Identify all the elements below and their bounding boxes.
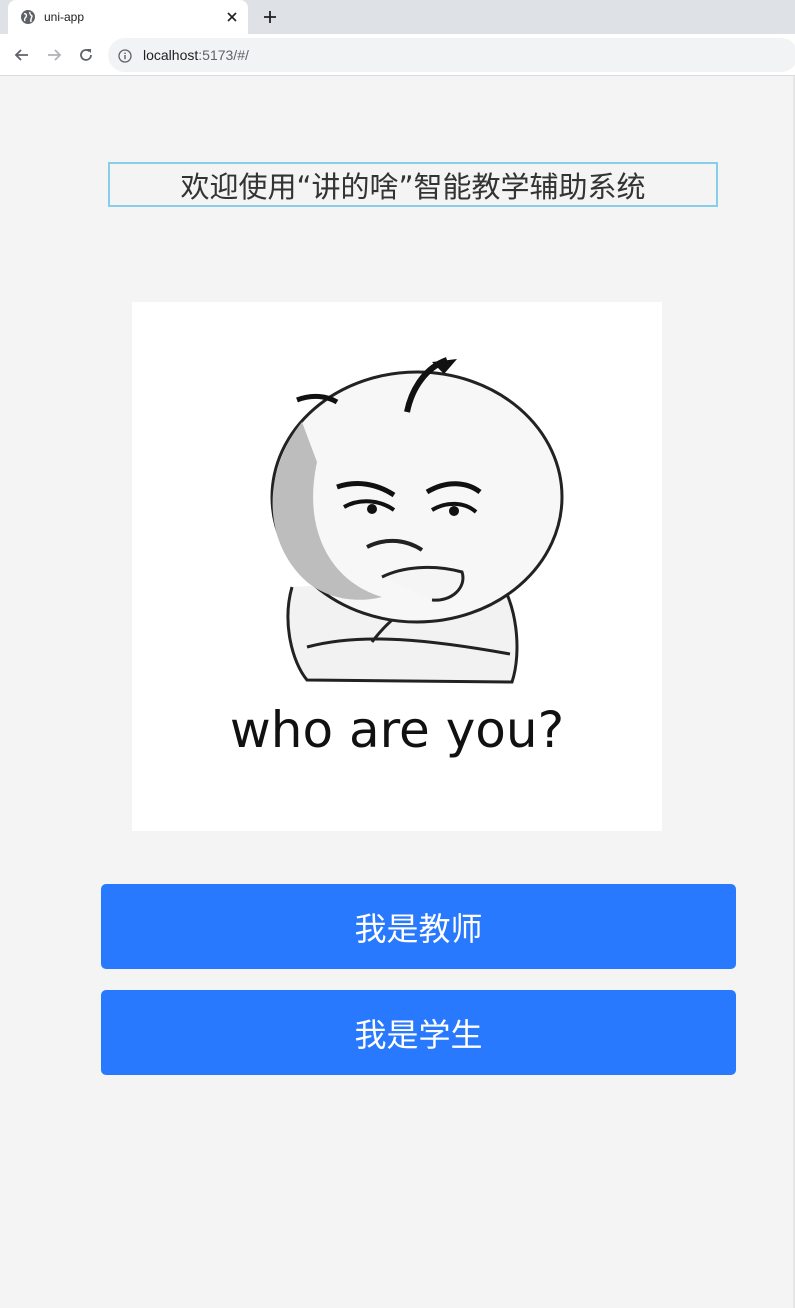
browser-toolbar: localhost:5173/#/: [0, 34, 795, 76]
plus-icon[interactable]: [260, 7, 280, 27]
url-text: localhost:5173/#/: [143, 47, 249, 63]
info-icon[interactable]: [118, 48, 132, 63]
address-bar[interactable]: localhost:5173/#/: [108, 38, 795, 72]
tab-title: uni-app: [44, 10, 85, 24]
who-are-you-image: who are you?: [132, 302, 662, 831]
browser-tab-strip: uni-app: [0, 0, 795, 34]
globe-icon: [20, 9, 36, 25]
arrow-left-icon[interactable]: [12, 45, 32, 65]
teacher-button[interactable]: 我是教师: [101, 884, 736, 969]
student-button[interactable]: 我是学生: [101, 990, 736, 1075]
reload-icon[interactable]: [76, 45, 96, 65]
arrow-right-icon[interactable]: [44, 45, 64, 65]
url-host: localhost: [143, 47, 199, 63]
url-path: :5173/#/: [198, 47, 249, 63]
image-caption: who are you?: [230, 701, 564, 759]
welcome-title: 欢迎使用“讲的啥”智能教学辅助系统: [108, 162, 718, 207]
browser-tab[interactable]: uni-app: [8, 0, 248, 34]
close-icon[interactable]: [224, 9, 240, 25]
